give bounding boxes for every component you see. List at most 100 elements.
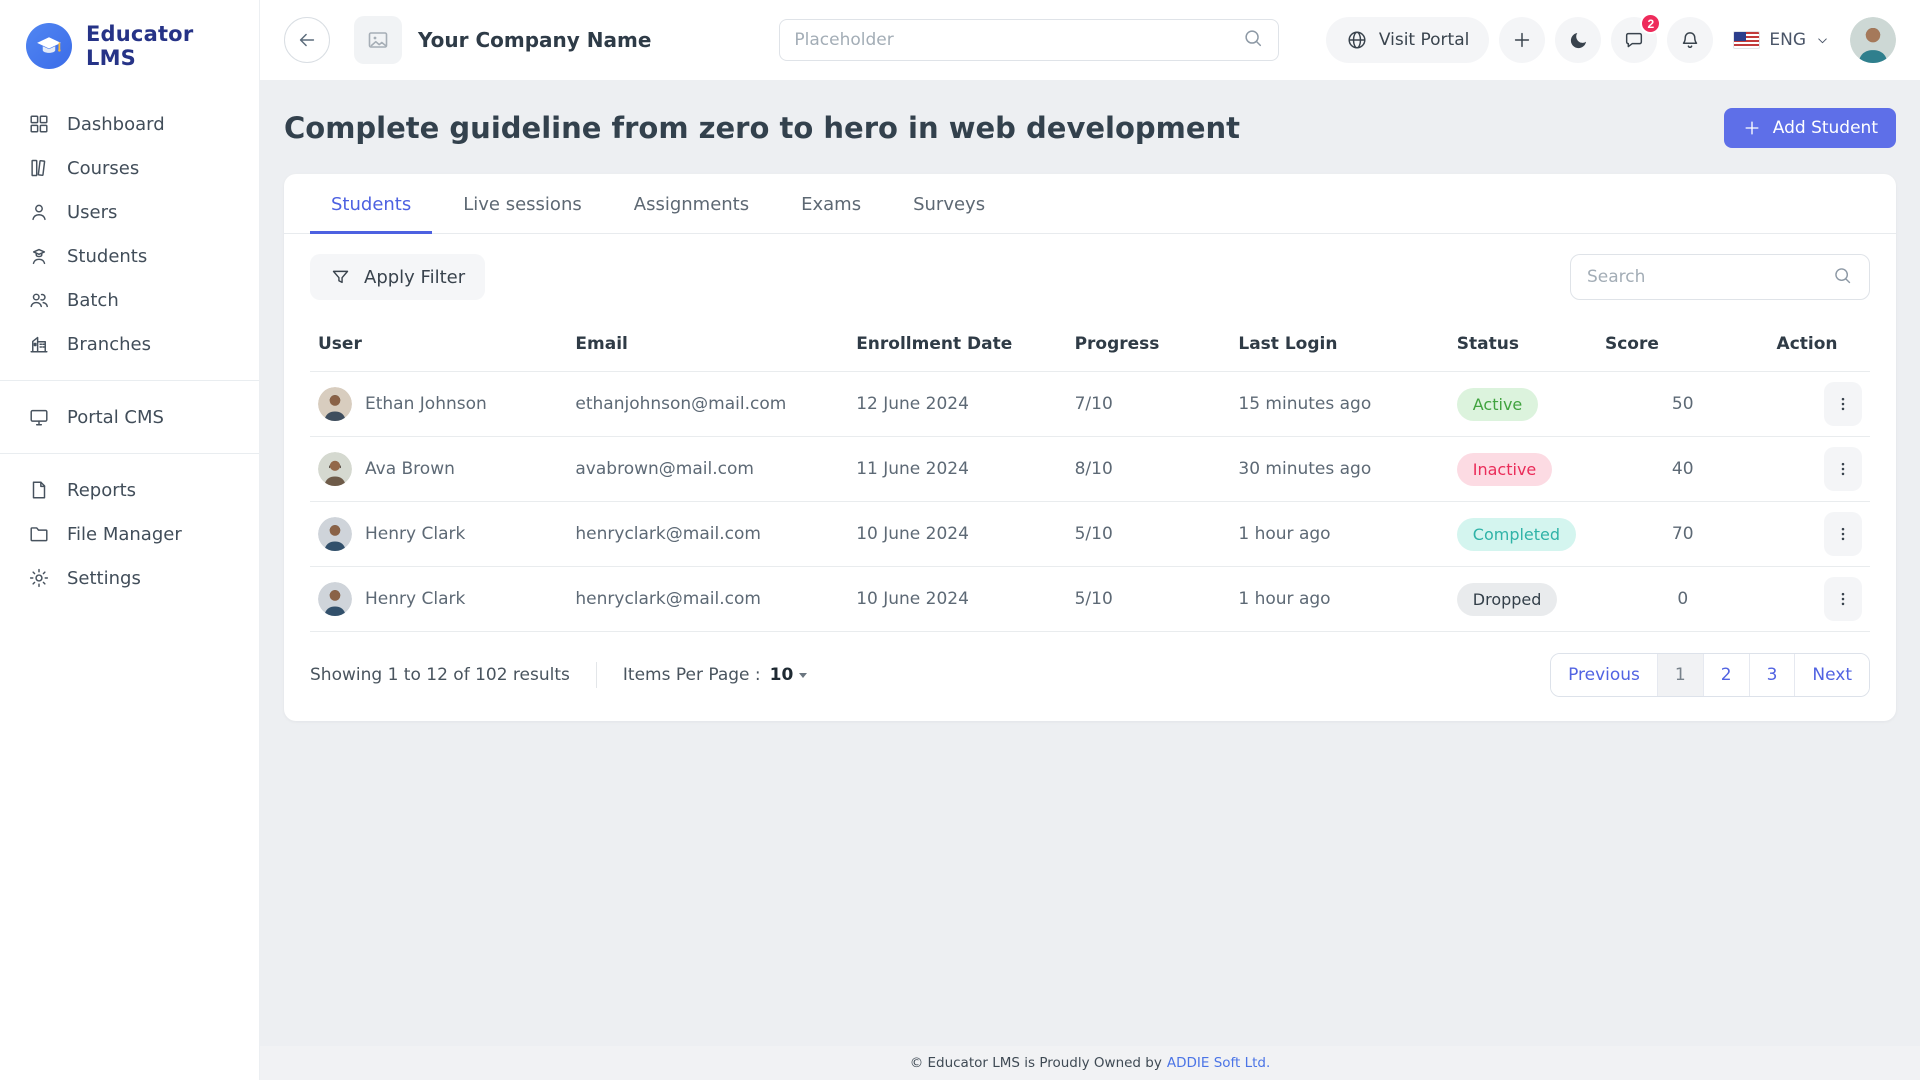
student-avatar	[318, 517, 352, 551]
next-page-button[interactable]: Next	[1795, 654, 1869, 696]
dashboard-icon	[28, 113, 50, 135]
caret-down-icon	[799, 673, 807, 678]
progress-value: 8/10	[1067, 437, 1231, 502]
tab-live-sessions[interactable]: Live sessions	[442, 174, 603, 234]
sidebar-divider	[0, 453, 259, 454]
students-table: User Email Enrollment Date Progress Last…	[310, 320, 1870, 632]
visit-portal-button[interactable]: Visit Portal	[1326, 17, 1489, 63]
dark-mode-button[interactable]	[1555, 17, 1601, 63]
app-title: Educator LMS	[86, 22, 233, 70]
tab-students[interactable]: Students	[310, 174, 432, 234]
bell-icon	[1679, 29, 1701, 51]
divider	[596, 662, 597, 688]
search-icon[interactable]	[1832, 265, 1853, 290]
footer-owner-link[interactable]: ADDIE Soft Ltd.	[1167, 1055, 1270, 1071]
row-actions-button[interactable]	[1824, 577, 1862, 621]
row-actions-button[interactable]	[1824, 382, 1862, 426]
row-actions-button[interactable]	[1824, 512, 1862, 556]
column-header-score: Score	[1597, 320, 1769, 372]
apply-filter-button[interactable]: Apply Filter	[310, 254, 485, 300]
sidebar-item-dashboard[interactable]: Dashboard	[0, 102, 259, 146]
sidebar-item-settings[interactable]: Settings	[0, 556, 259, 600]
footer-text: © Educator LMS is Proudly Owned by	[910, 1055, 1162, 1071]
progress-value: 5/10	[1067, 502, 1231, 567]
app-logo[interactable]: Educator LMS	[0, 0, 259, 94]
batch-icon	[28, 289, 50, 311]
messages-button[interactable]: 2	[1611, 17, 1657, 63]
score-value: 70	[1597, 502, 1769, 567]
column-header-progress: Progress	[1067, 320, 1231, 372]
score-value: 40	[1597, 437, 1769, 502]
row-actions-button[interactable]	[1824, 447, 1862, 491]
sidebar-item-label: Students	[67, 246, 147, 267]
table-toolbar: Apply Filter	[284, 234, 1896, 320]
add-quick-button[interactable]	[1499, 17, 1545, 63]
student-email: avabrown@mail.com	[567, 437, 848, 502]
sidebar-divider	[0, 380, 259, 381]
sidebar-item-students[interactable]: Students	[0, 234, 259, 278]
notifications-button[interactable]	[1667, 17, 1713, 63]
kebab-menu-icon	[1834, 590, 1852, 608]
add-student-button[interactable]: Add Student	[1724, 108, 1896, 148]
sidebar-item-label: File Manager	[67, 524, 182, 545]
user-avatar[interactable]	[1850, 17, 1896, 63]
topbar-actions: Visit Portal 2 ENG	[1326, 17, 1896, 63]
visit-portal-label: Visit Portal	[1379, 30, 1469, 50]
page-header: Complete guideline from zero to hero in …	[284, 102, 1896, 174]
document-icon	[28, 479, 50, 501]
sidebar-item-label: Settings	[67, 568, 141, 589]
last-login: 30 minutes ago	[1230, 437, 1448, 502]
monitor-icon	[28, 406, 50, 428]
folder-icon	[28, 523, 50, 545]
company-brand: Your Company Name	[354, 16, 651, 64]
sidebar-item-file-manager[interactable]: File Manager	[0, 512, 259, 556]
items-per-page-value: 10	[770, 665, 794, 685]
previous-page-button[interactable]: Previous	[1551, 654, 1658, 696]
last-login: 1 hour ago	[1230, 502, 1448, 567]
sidebar-item-label: Branches	[67, 334, 151, 355]
global-search-input[interactable]	[794, 30, 1232, 50]
search-icon[interactable]	[1242, 27, 1264, 53]
page-button-3[interactable]: 3	[1750, 654, 1796, 696]
sidebar-item-portal-cms[interactable]: Portal CMS	[0, 395, 259, 439]
sidebar-item-batch[interactable]: Batch	[0, 278, 259, 322]
items-per-page-select[interactable]: 10	[770, 665, 808, 685]
back-button[interactable]	[284, 17, 330, 63]
table-header-row: User Email Enrollment Date Progress Last…	[310, 320, 1870, 372]
page-button-2[interactable]: 2	[1704, 654, 1750, 696]
sidebar: Educator LMS Dashboard Courses Users Stu…	[0, 0, 260, 1080]
table-row: Henry Clark henryclark@mail.com 10 June …	[310, 502, 1870, 567]
table-search-input[interactable]	[1587, 267, 1822, 287]
enrollment-date: 10 June 2024	[848, 567, 1066, 632]
users-icon	[28, 201, 50, 223]
student-name: Ava Brown	[365, 459, 455, 479]
student-email: ethanjohnson@mail.com	[567, 372, 848, 437]
column-header-user: User	[310, 320, 567, 372]
tab-assignments[interactable]: Assignments	[613, 174, 770, 234]
sidebar-item-reports[interactable]: Reports	[0, 468, 259, 512]
sidebar-item-branches[interactable]: Branches	[0, 322, 259, 366]
column-header-action: Action	[1769, 320, 1870, 372]
progress-value: 7/10	[1067, 372, 1231, 437]
courses-icon	[28, 157, 50, 179]
status-badge: Completed	[1457, 518, 1576, 551]
graduation-cap-icon	[26, 23, 72, 69]
status-badge: Inactive	[1457, 453, 1553, 486]
student-name: Henry Clark	[365, 524, 465, 544]
topbar: Your Company Name Visit Portal 2	[260, 0, 1920, 80]
table-row: Ava Brown avabrown@mail.com 11 June 2024…	[310, 437, 1870, 502]
globe-icon	[1346, 29, 1368, 51]
page-button-1[interactable]: 1	[1658, 654, 1704, 696]
tab-surveys[interactable]: Surveys	[892, 174, 1006, 234]
tab-exams[interactable]: Exams	[780, 174, 882, 234]
sidebar-item-courses[interactable]: Courses	[0, 146, 259, 190]
language-selector[interactable]: ENG	[1723, 30, 1840, 50]
score-value: 50	[1597, 372, 1769, 437]
sidebar-item-users[interactable]: Users	[0, 190, 259, 234]
student-email: henryclark@mail.com	[567, 567, 848, 632]
apply-filter-label: Apply Filter	[364, 267, 465, 288]
moon-icon	[1568, 30, 1589, 51]
student-name: Ethan Johnson	[365, 394, 487, 414]
plus-icon	[1742, 118, 1762, 138]
flag-us-icon	[1733, 31, 1760, 49]
